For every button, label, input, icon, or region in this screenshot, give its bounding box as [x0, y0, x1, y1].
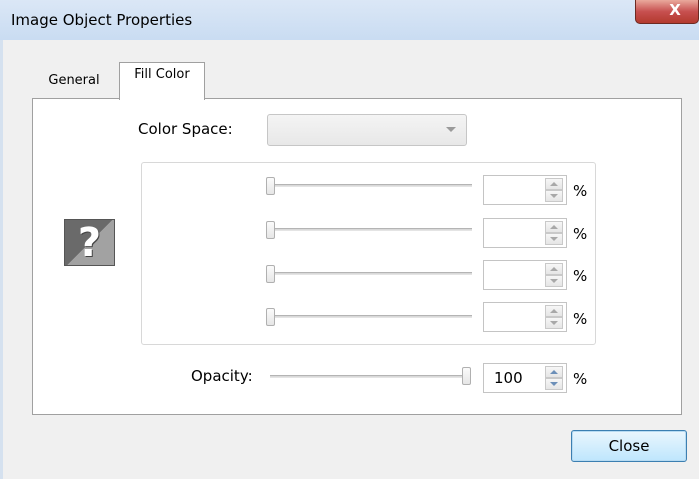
channel-value-stepper[interactable] — [483, 175, 567, 205]
decrement-arrow-icon[interactable] — [545, 233, 563, 245]
percent-unit: % — [573, 310, 588, 328]
chevron-down-icon — [446, 127, 456, 132]
channel-value-stepper[interactable] — [483, 302, 567, 332]
channel-value-stepper[interactable] — [483, 260, 567, 290]
channel-slider-track[interactable] — [270, 315, 472, 318]
decrement-arrow-icon[interactable] — [545, 275, 563, 287]
close-button[interactable]: Close — [571, 430, 687, 462]
color-space-select[interactable] — [267, 114, 467, 146]
increment-arrow-icon[interactable] — [545, 178, 563, 190]
channel-slider-track[interactable] — [270, 272, 472, 275]
channel-slider-thumb[interactable] — [266, 265, 275, 283]
channel-slider-track[interactable] — [270, 228, 472, 231]
opacity-value[interactable]: 100 — [494, 369, 523, 387]
preview-glyph: ? — [77, 220, 102, 266]
channel-value-stepper[interactable] — [483, 218, 567, 248]
window-title: Image Object Properties — [11, 11, 193, 29]
channel-slider-track[interactable] — [270, 184, 472, 187]
channel-slider-thumb[interactable] — [266, 177, 275, 195]
tab-general[interactable]: General — [32, 68, 116, 96]
decrement-arrow-icon[interactable] — [545, 378, 563, 390]
percent-unit: % — [573, 182, 588, 200]
color-space-label: Color Space: — [138, 120, 233, 138]
opacity-stepper[interactable]: 100 — [483, 363, 567, 393]
opacity-slider-thumb[interactable] — [462, 367, 471, 385]
window-close-button[interactable]: X — [635, 0, 699, 24]
increment-arrow-icon[interactable] — [545, 366, 563, 378]
opacity-percent-unit: % — [573, 370, 588, 388]
opacity-slider-track[interactable] — [270, 375, 470, 378]
decrement-arrow-icon[interactable] — [545, 190, 563, 202]
title-bar: Image Object Properties — [0, 0, 699, 40]
increment-arrow-icon[interactable] — [545, 221, 563, 233]
channel-slider-thumb[interactable] — [266, 308, 275, 326]
tab-fill-color[interactable]: Fill Color — [119, 62, 205, 100]
window-frame-edge — [0, 40, 3, 479]
close-icon[interactable]: X — [669, 1, 681, 19]
percent-unit: % — [573, 267, 588, 285]
increment-arrow-icon[interactable] — [545, 263, 563, 275]
channel-slider-thumb[interactable] — [266, 221, 275, 239]
opacity-label: Opacity: — [191, 367, 253, 385]
question-mark-icon: ? — [64, 219, 115, 266]
increment-arrow-icon[interactable] — [545, 305, 563, 317]
percent-unit: % — [573, 225, 588, 243]
decrement-arrow-icon[interactable] — [545, 317, 563, 329]
